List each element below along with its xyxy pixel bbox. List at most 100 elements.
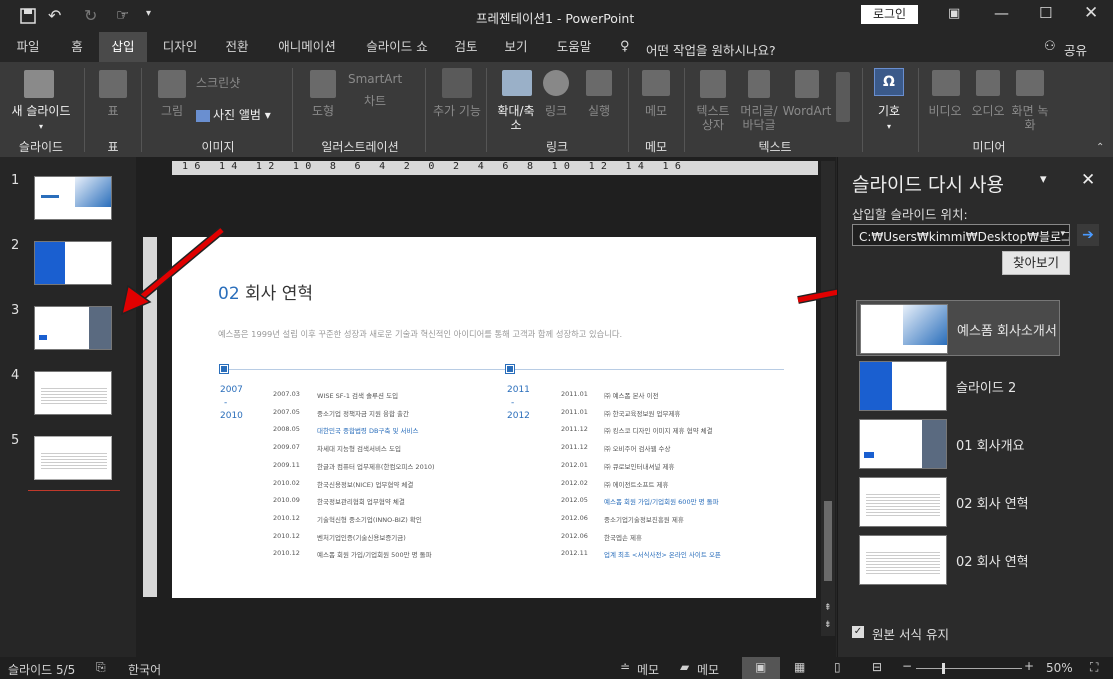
reuse-slide-item-1[interactable]: 예스폼 회사소개서 [856, 300, 1060, 356]
header-footer-button[interactable]: 머리글/바닥글 [736, 104, 782, 132]
new-slide-button[interactable]: 새 슬라이드 [4, 104, 78, 118]
comments-icon[interactable]: ▰ [680, 660, 689, 674]
next-slide-icon[interactable]: ⇟ [824, 620, 832, 630]
tab-animations[interactable]: 애니메이션 [268, 32, 346, 62]
symbols-button[interactable]: 기호 [866, 104, 912, 118]
chart-button[interactable]: 차트 [364, 94, 404, 108]
timeline-marker [219, 364, 229, 374]
zoom-out-icon[interactable]: − [902, 659, 912, 673]
tab-view[interactable]: 보기 [496, 32, 536, 62]
slide-thumbnail-4[interactable] [34, 371, 112, 415]
slideshow-icon[interactable]: ⊟ [872, 660, 882, 674]
path-dropdown-icon[interactable]: ▾ [1060, 229, 1065, 239]
history-date: 2008.05 [273, 425, 300, 434]
link-button[interactable]: 링크 [540, 104, 572, 118]
tab-review[interactable]: 검토 [446, 32, 486, 62]
touch-mode-icon[interactable]: ☞ [116, 6, 129, 24]
history-text: 대한민국 중합법령 DB구축 및 서비스 [317, 427, 419, 436]
tab-file[interactable]: 파일 [4, 32, 52, 62]
slide-canvas[interactable]: 02 회사 연혁 예스폼은 1999년 설립 이후 꾸준한 성장과 새로운 기술… [172, 237, 816, 598]
history-text: WISE SF-1 검색 솔루션 도입 [317, 392, 399, 400]
wordart-button[interactable]: WordArt [782, 104, 832, 118]
tab-transitions[interactable]: 전환 [214, 32, 260, 62]
go-arrow-icon[interactable]: ➔ [1077, 224, 1099, 246]
pane-title: 슬라이드 다시 사용 [852, 174, 1004, 196]
notes-icon[interactable]: ≐ [620, 660, 630, 674]
shapes-button[interactable]: 도형 [300, 104, 346, 118]
prev-slide-icon[interactable]: ⇞ [824, 603, 832, 613]
keep-format-label: 원본 서식 유지 [872, 627, 949, 642]
table-button[interactable]: 표 [90, 104, 136, 118]
zoom-level[interactable]: 50% [1046, 661, 1073, 675]
reading-view-icon[interactable]: ▯ [834, 660, 841, 674]
slide-thumbnail-5[interactable] [34, 436, 112, 480]
video-button[interactable]: 비디오 [924, 104, 966, 118]
slide-thumbnail-2[interactable] [34, 241, 112, 285]
fit-to-window-icon[interactable]: ⛶ [1090, 660, 1098, 675]
language-indicator[interactable]: 한국어 [128, 661, 161, 678]
normal-view-button[interactable]: ▣ [742, 657, 780, 679]
path-combobox[interactable]: C:₩Users₩kimmi₩Desktop₩블로그 ▾ [852, 224, 1070, 246]
symbols-dropdown-icon[interactable]: ▾ [866, 120, 912, 134]
insertion-marker [28, 490, 120, 491]
action-button[interactable]: 실행 [580, 104, 618, 118]
comments-button[interactable]: 메모 [697, 661, 719, 678]
picture-button[interactable]: 그림 [150, 104, 194, 118]
maximize-button[interactable]: ☐ [1039, 4, 1052, 22]
period-label: 2011-2012 [507, 385, 530, 421]
slide-thumbnail-3[interactable] [34, 306, 112, 350]
audio-button[interactable]: 오디오 [966, 104, 1010, 118]
screen-recording-button[interactable]: 화면 녹화 [1008, 104, 1052, 132]
reuse-slide-label: 01 회사개요 [956, 439, 1025, 454]
user-icon: ⚇ [1044, 39, 1056, 54]
zoom-slider-thumb[interactable] [942, 663, 945, 674]
photo-album-button[interactable]: 사진 앨범 ▾ [196, 108, 286, 122]
scrollbar-thumb[interactable] [824, 501, 832, 581]
slide-thumbnail-1[interactable] [34, 176, 112, 220]
history-date: 2012.05 [561, 496, 588, 505]
tab-design[interactable]: 디자인 [152, 32, 208, 62]
notes-button[interactable]: 메모 [637, 661, 659, 678]
comment-button[interactable]: 메모 [634, 104, 678, 118]
reuse-slide-item-2[interactable]: 슬라이드 2 [856, 358, 1060, 414]
minimize-button[interactable]: — [994, 4, 1009, 22]
close-button[interactable]: ✕ [1084, 3, 1098, 23]
browse-button[interactable]: 찾아보기 [1002, 251, 1070, 275]
reuse-slide-item-3[interactable]: 01 회사개요 [856, 416, 1060, 472]
pane-options-icon[interactable]: ▾ [1040, 172, 1047, 187]
slide-description[interactable]: 예스폼은 1999년 설립 이후 꾸준한 성장과 새로운 기술과 혁신적인 아이… [218, 328, 622, 340]
smartart-button[interactable]: SmartArt [348, 72, 418, 86]
reuse-slide-item-5[interactable]: 02 회사 연혁 [856, 532, 1060, 588]
group-text-label: 텍스트 [758, 140, 792, 154]
addins-button[interactable]: 추가 기능 [432, 104, 482, 118]
save-icon[interactable] [20, 8, 36, 24]
customize-qat-icon[interactable]: ▾ [146, 8, 151, 19]
zoom-slider[interactable] [916, 668, 1022, 669]
pane-close-icon[interactable]: ✕ [1081, 170, 1095, 190]
reuse-slide-thumb [859, 535, 947, 585]
slide-heading[interactable]: 02 회사 연혁 [218, 279, 313, 304]
ribbon-display-icon[interactable]: ▣ [948, 6, 960, 21]
vertical-scrollbar[interactable] [821, 161, 835, 636]
tab-insert[interactable]: 삽입 [99, 32, 147, 62]
new-slide-dropdown-icon[interactable]: ▾ [4, 120, 78, 134]
tab-help[interactable]: 도움말 [546, 32, 602, 62]
keep-format-checkbox[interactable]: ✓ [852, 626, 864, 638]
undo-icon[interactable]: ↶ [48, 6, 61, 25]
timeline-line [224, 369, 784, 370]
login-button[interactable]: 로그인 [861, 5, 918, 24]
share-button[interactable]: 공유 [1064, 40, 1087, 59]
textbox-button[interactable]: 텍스트 상자 [690, 104, 736, 132]
tab-slideshow[interactable]: 슬라이드 쇼 [352, 32, 442, 62]
zoom-in-icon[interactable]: + [1024, 659, 1034, 673]
screenshot-button[interactable]: 스크린샷 [196, 76, 270, 90]
redo-icon[interactable]: ↻ [84, 6, 97, 25]
zoom-button[interactable]: 확대/축소 [492, 104, 540, 132]
collapse-ribbon-icon[interactable]: ⌃ [1096, 142, 1104, 153]
tell-me-input[interactable]: 어떤 작업을 원하시나요? [646, 40, 776, 59]
text-extras-icon[interactable] [836, 72, 850, 122]
tab-home[interactable]: 홈 [58, 32, 96, 62]
accessibility-icon[interactable]: ⎘ [96, 660, 106, 675]
reuse-slide-item-4[interactable]: 02 회사 연혁 [856, 474, 1060, 530]
slide-sorter-icon[interactable]: ▦ [794, 660, 805, 674]
